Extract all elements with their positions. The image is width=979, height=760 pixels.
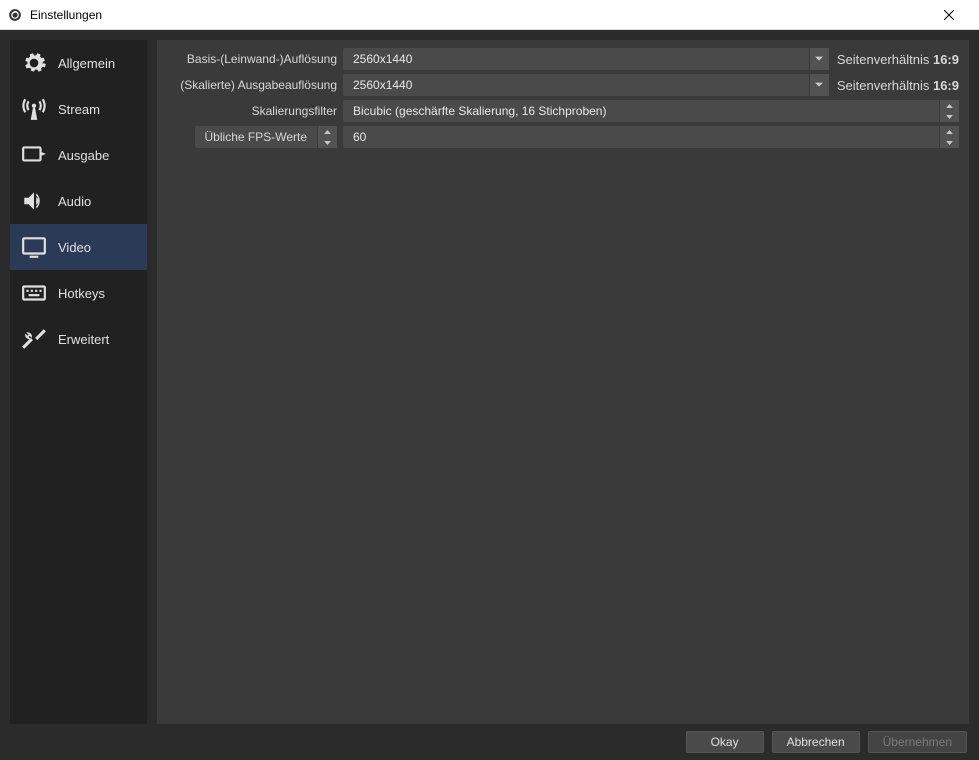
scaling-filter-dropdown[interactable]: Bicubic (geschärfte Skalierung, 16 Stich… — [343, 100, 959, 122]
row-base-resolution: Basis-(Leinwand-)Auflösung 2560x1440 Sei… — [167, 48, 959, 70]
chevron-down-icon — [940, 137, 959, 148]
sidebar-item-label: Audio — [58, 194, 91, 209]
output-icon — [20, 141, 48, 169]
sidebar-item-audio[interactable]: Audio — [10, 178, 147, 224]
fps-value: 60 — [343, 130, 939, 144]
row-scaling-filter: Skalierungsfilter Bicubic (geschärfte Sk… — [167, 100, 959, 122]
stepper-buttons[interactable] — [939, 126, 959, 148]
sidebar-item-label: Stream — [58, 102, 100, 117]
row-fps: Übliche FPS-Werte 60 — [167, 126, 959, 148]
chevron-down-icon — [940, 111, 959, 122]
gear-icon — [20, 49, 48, 77]
cancel-button[interactable]: Abbrechen — [772, 731, 860, 753]
ok-button[interactable]: Okay — [686, 731, 764, 753]
sidebar-item-label: Hotkeys — [58, 286, 105, 301]
base-aspect-ratio: Seitenverhältnis 16:9 — [835, 52, 959, 67]
scaled-resolution-value: 2560x1440 — [343, 78, 809, 92]
sidebar-item-ausgabe[interactable]: Ausgabe — [10, 132, 147, 178]
antenna-icon — [20, 95, 48, 123]
sidebar-item-erweitert[interactable]: Erweitert — [10, 316, 147, 362]
sidebar-item-allgemein[interactable]: Allgemein — [10, 40, 147, 86]
fps-type-label: Übliche FPS-Werte — [195, 130, 317, 144]
sidebar-item-video[interactable]: Video — [10, 224, 147, 270]
body: Allgemein Stream Ausgabe Audio Video — [0, 30, 979, 724]
base-resolution-label: Basis-(Leinwand-)Auflösung — [167, 52, 337, 66]
chevron-down-icon — [318, 137, 337, 148]
chevron-up-icon — [318, 126, 337, 137]
sidebar-item-label: Erweitert — [58, 332, 109, 347]
chevron-down-icon — [809, 74, 829, 96]
chevron-up-icon — [940, 100, 959, 111]
tools-icon — [20, 325, 48, 353]
stepper-buttons[interactable] — [939, 100, 959, 122]
base-resolution-dropdown[interactable]: 2560x1440 — [343, 48, 829, 70]
chevron-up-icon — [940, 126, 959, 137]
fps-type-dropdown[interactable]: Übliche FPS-Werte — [195, 126, 337, 148]
scaling-filter-label: Skalierungsfilter — [167, 104, 337, 118]
keyboard-icon — [20, 279, 48, 307]
monitor-icon — [20, 233, 48, 261]
obs-app-icon — [8, 8, 22, 22]
speaker-icon — [20, 187, 48, 215]
scaled-resolution-label: (Skalierte) Ausgabeauflösung — [167, 78, 337, 92]
sidebar-item-label: Ausgabe — [58, 148, 109, 163]
window-title: Einstellungen — [30, 8, 926, 22]
row-scaled-resolution: (Skalierte) Ausgabeauflösung 2560x1440 S… — [167, 74, 959, 96]
sidebar-item-hotkeys[interactable]: Hotkeys — [10, 270, 147, 316]
sidebar-item-stream[interactable]: Stream — [10, 86, 147, 132]
scaling-filter-value: Bicubic (geschärfte Skalierung, 16 Stich… — [343, 104, 939, 118]
fps-value-dropdown[interactable]: 60 — [343, 126, 959, 148]
apply-button: Übernehmen — [868, 731, 967, 753]
base-resolution-value: 2560x1440 — [343, 52, 809, 66]
sidebar-item-label: Allgemein — [58, 56, 115, 71]
titlebar: Einstellungen — [0, 0, 979, 30]
footer: Okay Abbrechen Übernehmen — [0, 724, 979, 760]
scaled-aspect-ratio: Seitenverhältnis 16:9 — [835, 78, 959, 93]
sidebar-item-label: Video — [58, 240, 91, 255]
stepper-buttons[interactable] — [317, 126, 337, 148]
chevron-down-icon — [809, 48, 829, 70]
content-panel: Basis-(Leinwand-)Auflösung 2560x1440 Sei… — [157, 40, 969, 724]
sidebar: Allgemein Stream Ausgabe Audio Video — [10, 40, 147, 724]
close-button[interactable] — [926, 0, 971, 30]
scaled-resolution-dropdown[interactable]: 2560x1440 — [343, 74, 829, 96]
